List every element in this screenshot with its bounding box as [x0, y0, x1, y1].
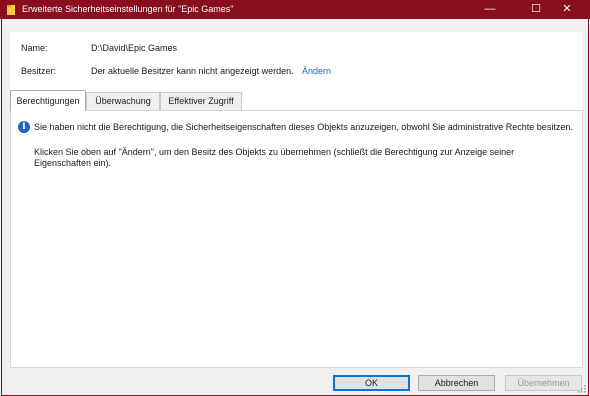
resize-grip-icon[interactable]: [578, 385, 586, 393]
tab-permissions[interactable]: Berechtigungen: [10, 90, 86, 111]
ok-button[interactable]: OK: [333, 375, 410, 391]
change-owner-link[interactable]: Ändern: [302, 66, 331, 76]
owner-label: Besitzer:: [21, 66, 57, 76]
name-label: Name:: [21, 43, 48, 53]
cancel-button[interactable]: Abbrechen: [418, 375, 495, 391]
close-button[interactable]: ✕: [544, 0, 590, 19]
minimize-button[interactable]: —: [467, 0, 513, 19]
permissions-panel: i Sie haben nicht die Berechtigung, die …: [10, 110, 583, 368]
title-bar: Erweiterte Sicherheitseinstellungen für …: [0, 0, 590, 19]
owner-value: Der aktuelle Besitzer kann nicht angezei…: [91, 66, 294, 76]
folder-icon: [7, 5, 15, 15]
info-icon: i: [18, 121, 30, 133]
tab-auditing[interactable]: Überwachung: [86, 92, 160, 110]
apply-button[interactable]: Übernehmen: [505, 375, 582, 391]
window-title: Erweiterte Sicherheitseinstellungen für …: [22, 4, 234, 14]
instruction-message: Klicken Sie oben auf "Ändern", um den Be…: [34, 147, 515, 168]
dialog-content: Name: D:\David\Epic Games Besitzer: Der …: [1, 19, 589, 396]
info-message: Sie haben nicht die Berechtigung, die Si…: [34, 122, 573, 132]
name-value: D:\David\Epic Games: [91, 43, 178, 53]
tab-effective-access[interactable]: Effektiver Zugriff: [160, 92, 242, 110]
